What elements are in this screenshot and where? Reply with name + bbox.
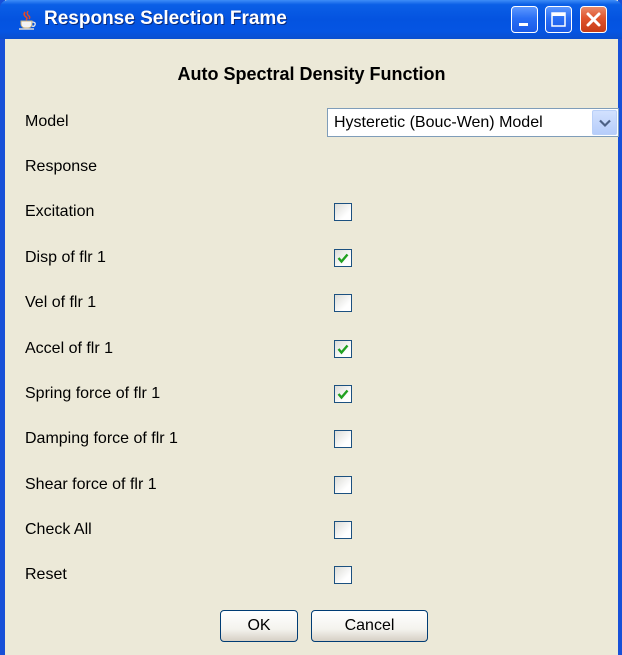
checkbox-vel-flr-1[interactable] — [334, 294, 352, 312]
checkbox-accel-flr-1[interactable] — [334, 340, 352, 358]
minimize-button[interactable] — [511, 6, 538, 33]
option-label: Reset — [25, 566, 67, 583]
checkbox-shear-force-flr-1[interactable] — [334, 476, 352, 494]
option-label: Accel of flr 1 — [25, 340, 114, 357]
response-label: Response — [25, 158, 98, 175]
response-selection-window: Response Selection Frame Auto Spectral D… — [0, 0, 622, 655]
maximize-icon — [551, 12, 566, 27]
option-label: Check All — [25, 521, 92, 538]
model-label: Model — [25, 113, 69, 130]
java-cup-icon — [16, 9, 38, 31]
maximize-button[interactable] — [545, 6, 572, 33]
dialog-content: Auto Spectral Density Function Model Hys… — [5, 39, 619, 655]
option-label: Damping force of flr 1 — [25, 430, 178, 447]
close-button[interactable] — [580, 6, 607, 33]
model-selected-value: Hysteretic (Bouc-Wen) Model — [334, 114, 543, 131]
checkbox-damping-force-flr-1[interactable] — [334, 430, 352, 448]
title-bar[interactable]: Response Selection Frame — [0, 0, 622, 39]
option-label: Shear force of flr 1 — [25, 476, 157, 493]
dropdown-arrow-button[interactable] — [592, 110, 617, 135]
option-label: Vel of flr 1 — [25, 294, 97, 311]
checkmark-icon — [337, 253, 349, 264]
option-label: Spring force of flr 1 — [25, 385, 161, 402]
checkbox-excitation[interactable] — [334, 203, 352, 221]
checkbox-check-all[interactable] — [334, 521, 352, 539]
checkbox-disp-flr-1[interactable] — [334, 249, 352, 267]
option-label: Excitation — [25, 203, 95, 220]
cancel-button[interactable]: Cancel — [311, 610, 428, 642]
model-dropdown[interactable]: Hysteretic (Bouc-Wen) Model — [327, 108, 619, 137]
window-title: Response Selection Frame — [44, 8, 287, 29]
option-label: Disp of flr 1 — [25, 249, 106, 266]
minimize-icon — [519, 23, 528, 26]
checkbox-spring-force-flr-1[interactable] — [334, 385, 352, 403]
dialog-heading: Auto Spectral Density Function — [177, 64, 446, 84]
checkmark-icon — [337, 344, 349, 355]
close-icon — [586, 12, 601, 27]
ok-button[interactable]: OK — [220, 610, 298, 642]
chevron-down-icon — [599, 119, 611, 128]
checkmark-icon — [337, 389, 349, 400]
checkbox-reset[interactable] — [334, 566, 352, 584]
